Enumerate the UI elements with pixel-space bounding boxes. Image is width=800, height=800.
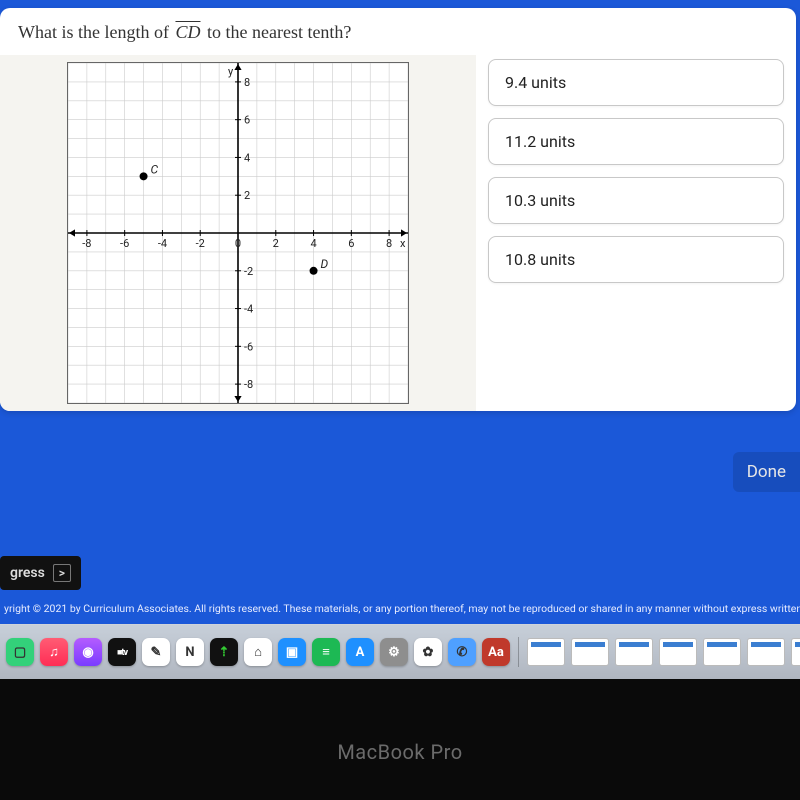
svg-text:C: C [151,162,159,176]
dock-app-notes[interactable]: ✎ [142,638,170,666]
dock-separator [518,637,519,667]
macos-dock[interactable]: ▢♫◉■tv✎N⇡⌂▣≡A⚙✿✆Aa [0,624,800,679]
svg-text:6: 6 [244,114,250,127]
option-d[interactable]: 10.8 units [488,236,784,283]
progress-label: gress [10,565,45,581]
svg-text:-8: -8 [82,237,91,250]
dock-app-dictionary[interactable]: Aa [482,638,510,666]
dock-app-stocks[interactable]: ⇡ [210,638,238,666]
dock-app-keynote[interactable]: ▣ [278,638,306,666]
svg-text:x: x [400,237,406,250]
question-suffix: to the nearest tenth? [202,22,351,42]
svg-text:-4: -4 [244,303,253,316]
option-b[interactable]: 11.2 units [488,118,784,165]
answer-options: 9.4 units 11.2 units 10.3 units 10.8 uni… [476,55,796,295]
content-row: -8-6-4-202468-8-6-4-22468yxCD 9.4 units … [0,55,796,411]
dock-app-facetime[interactable]: ▢ [6,638,34,666]
svg-text:y: y [228,65,234,78]
dock-app-podcasts[interactable]: ◉ [74,638,102,666]
dock-document[interactable] [703,638,741,666]
chevron-right-icon: > [53,564,71,582]
svg-text:8: 8 [386,237,392,250]
dock-app-appstore[interactable]: A [346,638,374,666]
dock-app-news[interactable]: N [176,638,204,666]
svg-text:-2: -2 [196,237,205,250]
svg-text:2: 2 [244,189,250,202]
question-prefix: What is the length of [18,22,173,42]
device-label: MacBook Pro [0,740,800,764]
dock-document[interactable] [571,638,609,666]
svg-text:6: 6 [348,237,354,250]
dock-app-contacts[interactable]: ✆ [448,638,476,666]
option-c[interactable]: 10.3 units [488,177,784,224]
svg-text:-4: -4 [158,237,167,250]
dock-app-tv[interactable]: ■tv [108,638,136,666]
dock-app-spotify[interactable]: ≡ [312,638,340,666]
svg-text:0: 0 [235,237,241,250]
dock-app-photos[interactable]: ✿ [414,638,442,666]
dock-app-music[interactable]: ♫ [40,638,68,666]
svg-text:D: D [321,257,329,271]
svg-text:-6: -6 [244,340,253,353]
copyright-text: yright © 2021 by Curriculum Associates. … [0,600,800,617]
question-text: What is the length of CD to the nearest … [0,22,796,55]
svg-text:-8: -8 [244,378,253,391]
dock-document[interactable] [791,638,800,666]
svg-text:4: 4 [244,151,250,164]
option-a[interactable]: 9.4 units [488,59,784,106]
progress-button[interactable]: gress > [0,556,81,590]
done-button[interactable]: Done [733,452,800,492]
svg-text:-2: -2 [244,265,253,278]
segment-cd: CD [173,22,202,42]
graph-panel: -8-6-4-202468-8-6-4-22468yxCD [0,55,476,411]
coordinate-grid: -8-6-4-202468-8-6-4-22468yxCD [67,62,409,404]
desktop-area: What is the length of CD to the nearest … [0,0,800,652]
dock-document[interactable] [659,638,697,666]
svg-text:8: 8 [244,76,250,89]
dock-document[interactable] [615,638,653,666]
question-card: What is the length of CD to the nearest … [0,8,796,411]
svg-text:2: 2 [273,237,279,250]
dock-app-home[interactable]: ⌂ [244,638,272,666]
dock-document[interactable] [747,638,785,666]
svg-text:4: 4 [310,237,316,250]
dock-app-settings[interactable]: ⚙ [380,638,408,666]
svg-text:-6: -6 [120,237,129,250]
dock-document[interactable] [527,638,565,666]
grid-svg: -8-6-4-202468-8-6-4-22468yxCD [68,63,408,403]
